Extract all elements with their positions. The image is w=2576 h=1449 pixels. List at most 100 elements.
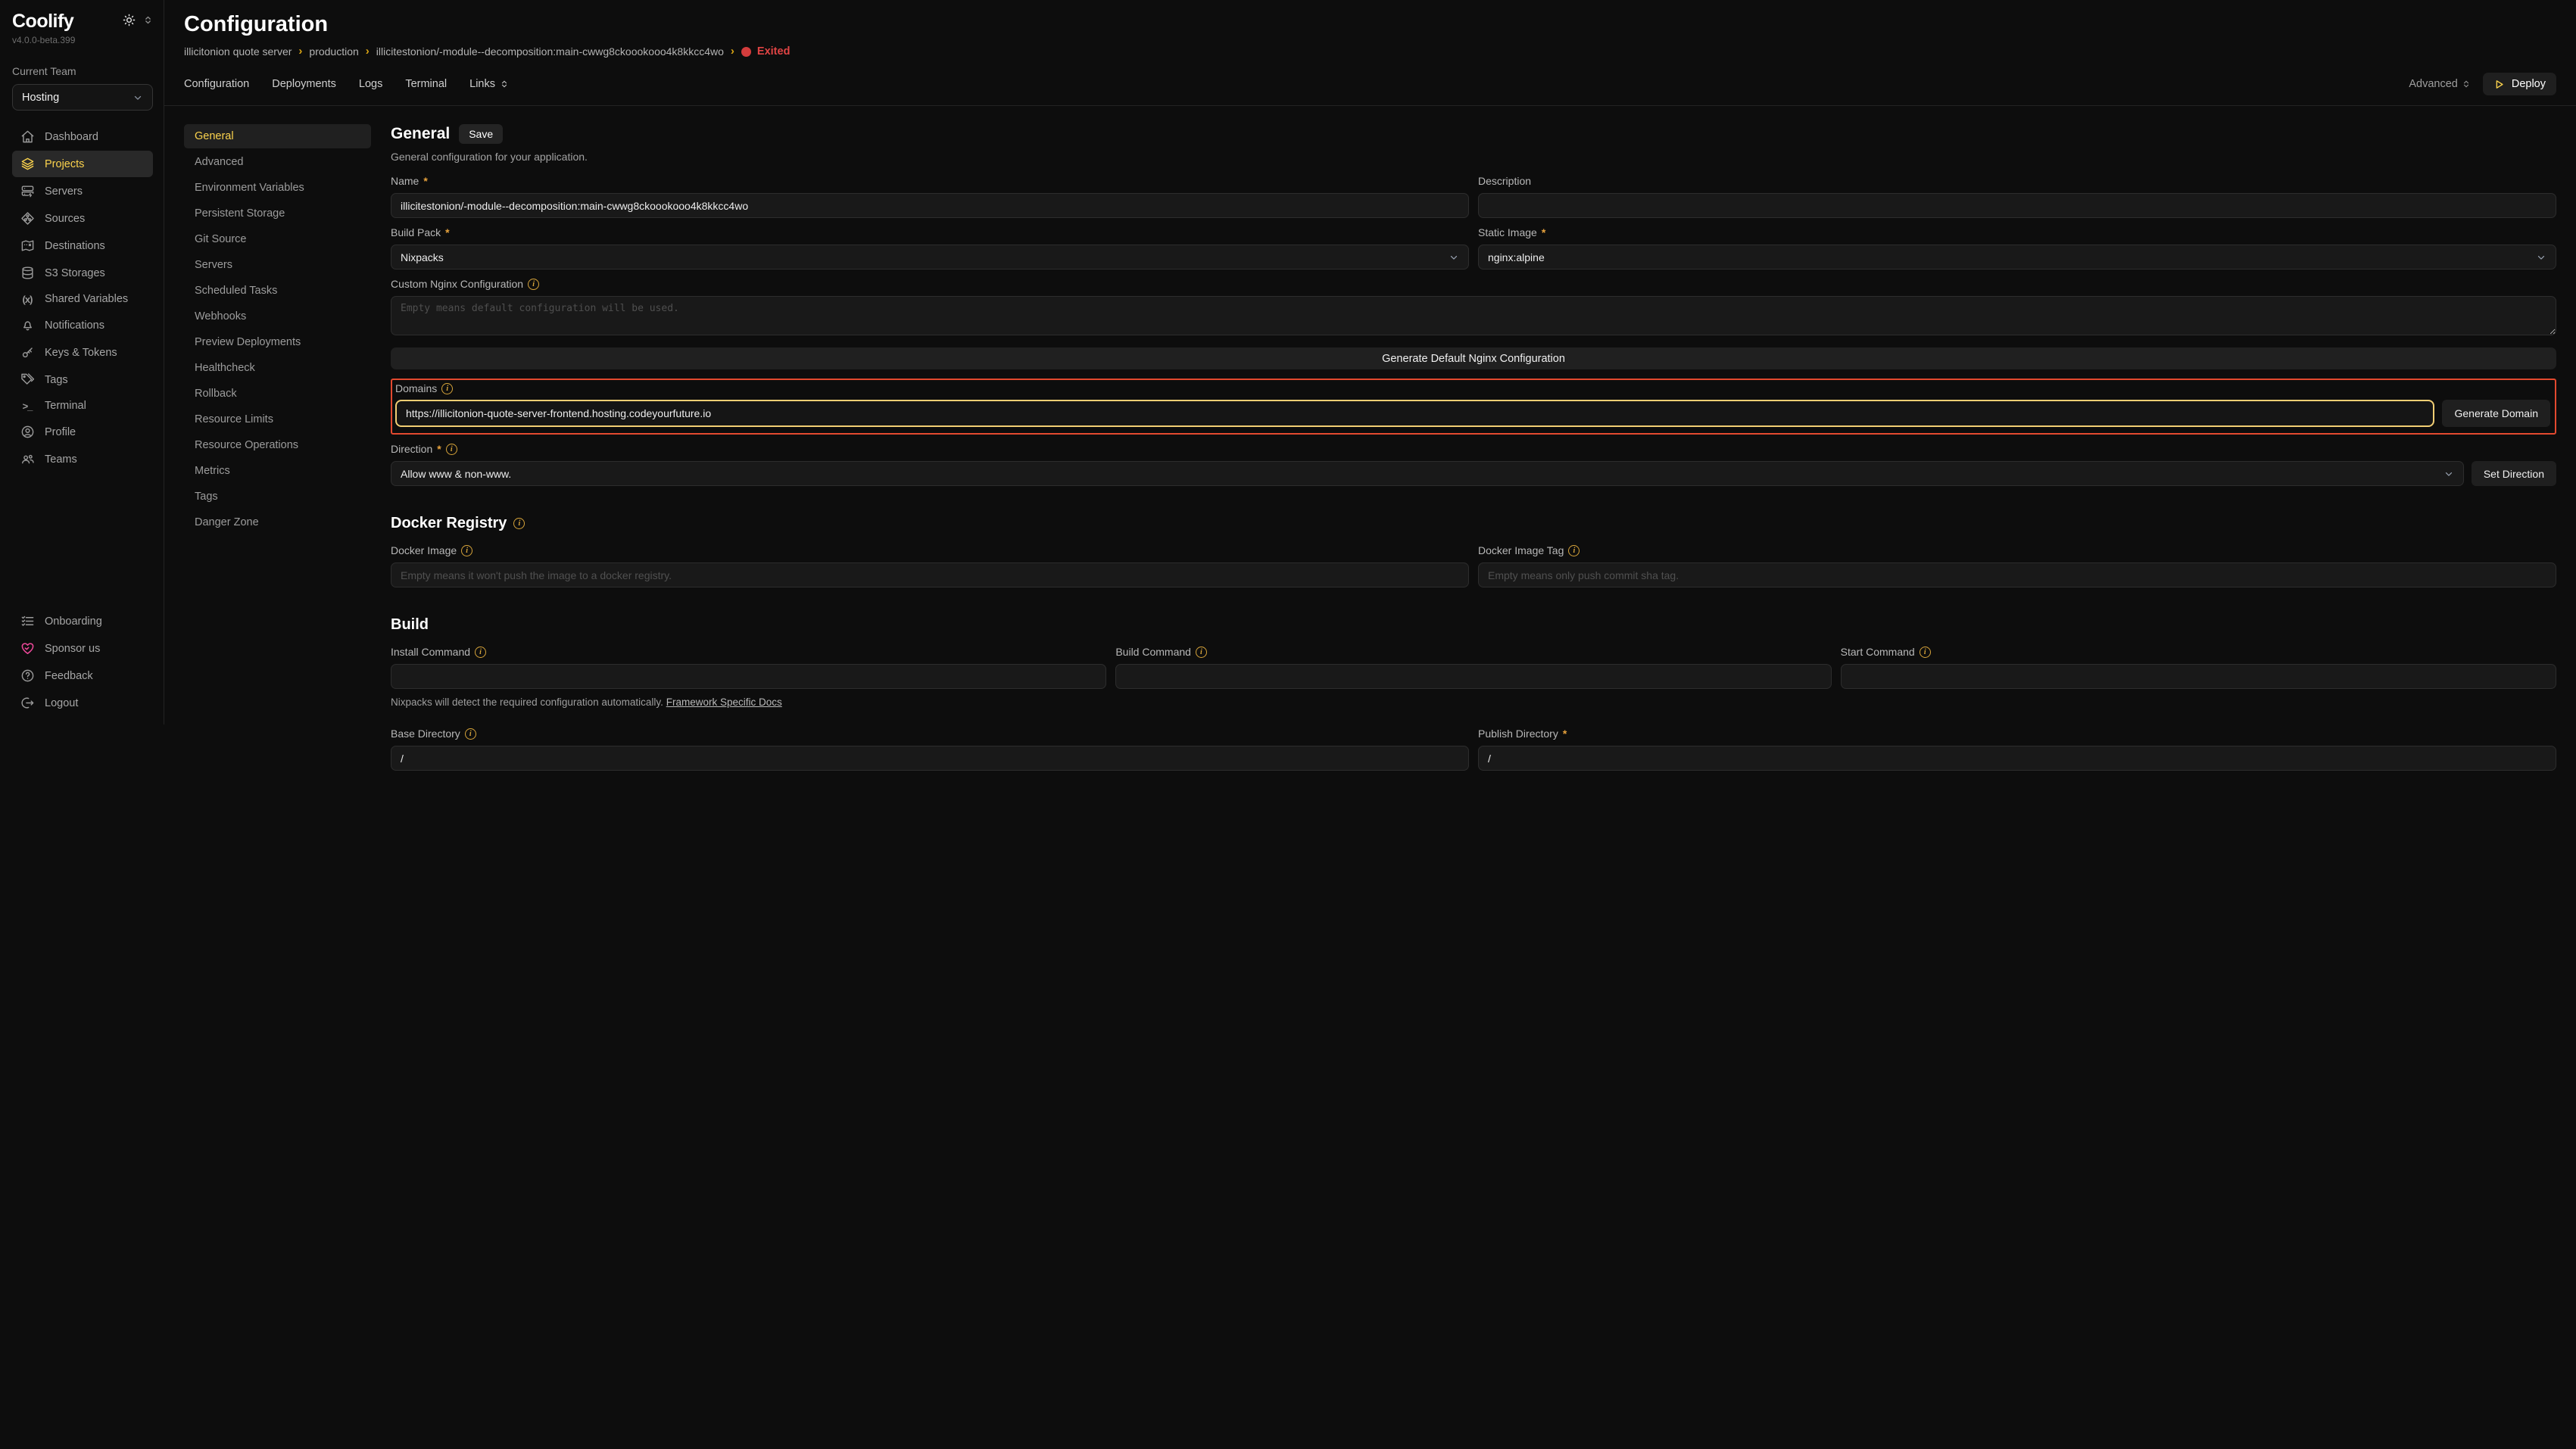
nixpacks-note: Nixpacks will detect the required config… (391, 696, 663, 708)
subnav-item-environment-variables[interactable]: Environment Variables (184, 176, 371, 200)
user-circle-icon (20, 425, 35, 439)
subnav-item-metrics[interactable]: Metrics (184, 459, 371, 483)
sidebar-item-teams[interactable]: Teams (12, 446, 153, 472)
required-asterisk: * (445, 226, 449, 238)
sidebar-item-notifications[interactable]: Notifications (12, 312, 153, 338)
base-directory-input[interactable] (391, 746, 1469, 771)
section-subtitle: General configuration for your applicati… (391, 151, 2556, 163)
sidebar-item-s3-storages[interactable]: S3 Storages (12, 260, 153, 286)
sidebar-item-terminal[interactable]: >_ Terminal (12, 394, 153, 418)
info-icon[interactable]: i (475, 647, 486, 658)
tab-terminal[interactable]: Terminal (405, 78, 447, 90)
breadcrumb-project[interactable]: illicitonion quote server (184, 45, 292, 58)
team-select[interactable]: Hosting (12, 84, 153, 111)
generate-domain-button[interactable]: Generate Domain (2442, 400, 2550, 427)
breadcrumb-application[interactable]: illicitestonion/-module--decomposition:m… (376, 45, 724, 58)
info-icon[interactable]: i (441, 383, 453, 394)
custom-nginx-textarea[interactable] (391, 296, 2556, 335)
sidebar-item-label: Destinations (45, 240, 105, 252)
subnav-item-rollback[interactable]: Rollback (184, 382, 371, 406)
build-section-title: Build (391, 616, 429, 634)
subnav-item-persistent-storage[interactable]: Persistent Storage (184, 201, 371, 226)
subnav-item-scheduled-tasks[interactable]: Scheduled Tasks (184, 279, 371, 303)
subnav-item-servers[interactable]: Servers (184, 253, 371, 277)
save-button[interactable]: Save (459, 124, 503, 144)
subnav-item-danger-zone[interactable]: Danger Zone (184, 510, 371, 534)
build-pack-select[interactable]: Nixpacks (391, 245, 1469, 270)
info-icon[interactable]: i (1920, 647, 1931, 658)
subnav-item-git-source[interactable]: Git Source (184, 227, 371, 251)
required-asterisk: * (1563, 728, 1567, 740)
tab-configuration[interactable]: Configuration (184, 78, 249, 90)
info-icon[interactable]: i (513, 518, 525, 529)
sidebar-item-servers[interactable]: Servers (12, 178, 153, 204)
required-asterisk: * (1542, 226, 1545, 238)
name-input[interactable] (391, 193, 1469, 218)
sidebar-item-feedback[interactable]: Feedback (12, 662, 153, 689)
info-icon[interactable]: i (461, 545, 472, 556)
sidebar-item-destinations[interactable]: Destinations (12, 232, 153, 259)
info-icon[interactable]: i (1568, 545, 1580, 556)
base-directory-label: Base Directory (391, 728, 460, 740)
set-direction-button[interactable]: Set Direction (2472, 461, 2556, 486)
breadcrumb-environment[interactable]: production (309, 45, 358, 58)
chevron-right-icon: › (298, 45, 302, 58)
subnav-item-tags[interactable]: Tags (184, 485, 371, 509)
domains-highlighted-group: Domains i Generate Domain (391, 379, 2556, 435)
shared-variables-icon: (x) (20, 294, 35, 305)
build-command-input[interactable] (1115, 664, 1831, 689)
sidebar-item-sources[interactable]: Sources (12, 205, 153, 232)
sidebar-item-label: Logout (45, 697, 78, 709)
info-icon[interactable]: i (528, 279, 539, 290)
tab-logs[interactable]: Logs (359, 78, 382, 90)
chevron-right-icon: › (366, 45, 370, 58)
deploy-button[interactable]: Deploy (2483, 73, 2556, 95)
tab-links-label: Links (469, 78, 495, 90)
sidebar-collapse-chevrons-icon[interactable] (143, 15, 153, 25)
docker-registry-title: Docker Registry (391, 515, 507, 532)
sidebar-item-onboarding[interactable]: Onboarding (12, 608, 153, 634)
chevron-right-icon: › (731, 45, 734, 58)
subnav-item-healthcheck[interactable]: Healthcheck (184, 356, 371, 380)
subnav-item-advanced[interactable]: Advanced (184, 150, 371, 174)
tab-deployments[interactable]: Deployments (272, 78, 336, 90)
sidebar-item-logout[interactable]: Logout (12, 690, 153, 716)
generate-nginx-config-button[interactable]: Generate Default Nginx Configuration (391, 347, 2556, 369)
page-title: Configuration (184, 12, 2556, 37)
subnav-item-preview-deployments[interactable]: Preview Deployments (184, 330, 371, 354)
domains-input[interactable] (395, 400, 2434, 427)
description-input[interactable] (1478, 193, 2556, 218)
tab-links[interactable]: Links (469, 78, 509, 90)
direction-select[interactable]: Allow www & non-www. (391, 461, 2464, 486)
build-command-label: Build Command (1115, 646, 1191, 658)
sidebar-item-keys-tokens[interactable]: Keys & Tokens (12, 339, 153, 366)
sidebar-item-projects[interactable]: Projects (12, 151, 153, 177)
sidebar-item-profile[interactable]: Profile (12, 419, 153, 445)
advanced-dropdown[interactable]: Advanced (2409, 78, 2471, 90)
sidebar-item-sponsor-us[interactable]: Sponsor us (12, 635, 153, 662)
framework-docs-link[interactable]: Framework Specific Docs (666, 696, 782, 708)
static-image-value: nginx:alpine (1488, 251, 1545, 263)
docker-image-tag-input[interactable] (1478, 562, 2556, 587)
sidebar-item-shared-variables[interactable]: (x) Shared Variables (12, 287, 153, 311)
help-circle-icon (20, 668, 35, 683)
info-icon[interactable]: i (1196, 647, 1207, 658)
subnav-item-resource-operations[interactable]: Resource Operations (184, 433, 371, 457)
docker-image-input[interactable] (391, 562, 1469, 587)
direction-value: Allow www & non-www. (401, 468, 511, 480)
database-icon (20, 266, 35, 280)
sidebar-item-dashboard[interactable]: Dashboard (12, 123, 153, 150)
sidebar-item-tags[interactable]: Tags (12, 366, 153, 393)
static-image-select[interactable]: nginx:alpine (1478, 245, 2556, 270)
publish-directory-input[interactable] (1478, 746, 2556, 771)
build-pack-label: Build Pack (391, 226, 441, 238)
subnav-item-resource-limits[interactable]: Resource Limits (184, 407, 371, 432)
start-command-input[interactable] (1841, 664, 2556, 689)
info-icon[interactable]: i (465, 728, 476, 740)
sidebar-item-label: Onboarding (45, 615, 102, 628)
subnav-item-general[interactable]: General (184, 124, 371, 148)
install-command-input[interactable] (391, 664, 1106, 689)
theme-toggle-sun-icon[interactable] (123, 14, 136, 26)
subnav-item-webhooks[interactable]: Webhooks (184, 304, 371, 329)
info-icon[interactable]: i (446, 444, 457, 455)
